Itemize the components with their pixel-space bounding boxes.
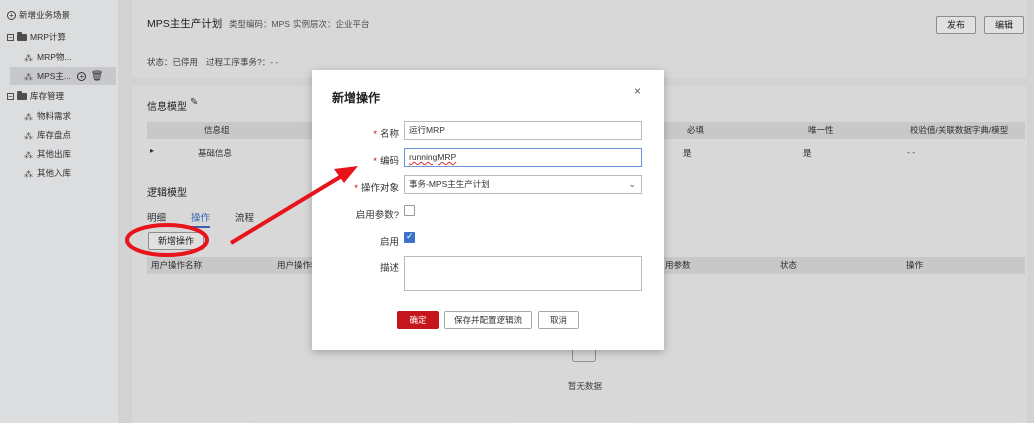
annotation-circle (125, 223, 209, 257)
annotation-overlay (125, 166, 358, 257)
annotation-arrow-line (229, 172, 347, 245)
